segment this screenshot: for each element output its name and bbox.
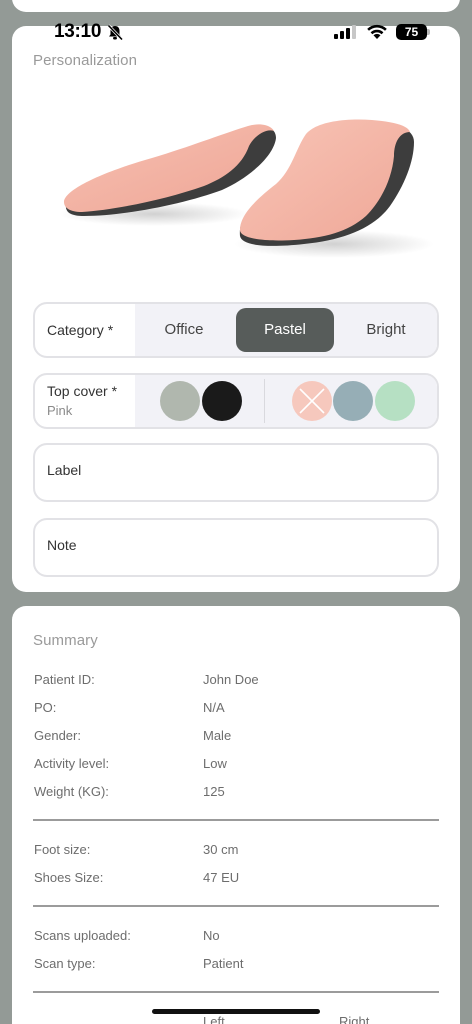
row-value: N/A	[203, 700, 225, 715]
row-value: 47 EU	[203, 870, 240, 885]
row-value: Patient	[203, 956, 244, 971]
row-value: Low	[203, 756, 227, 771]
battery-level: 75	[396, 24, 427, 40]
category-segmented-control: Office Pastel Bright	[135, 304, 437, 356]
row-value: No	[203, 928, 220, 943]
row-key: Scan type:	[34, 956, 96, 971]
label-placeholder: Label	[47, 462, 82, 478]
summary-row: Gender: Male	[34, 722, 438, 750]
summary-group-size: Foot size: 30 cm Shoes Size: 47 EU	[34, 836, 438, 892]
swatch-mint[interactable]	[375, 381, 415, 421]
status-bar: 13:10 75	[0, 18, 472, 46]
row-key: Activity level:	[34, 756, 110, 771]
cellular-signal-icon	[334, 25, 356, 39]
label-input[interactable]: Label	[33, 443, 439, 502]
row-key: Gender:	[34, 728, 81, 743]
summary-row: Scans uploaded: No	[34, 922, 438, 950]
summary-title: Summary	[33, 632, 98, 649]
top-cover-value: Pink	[47, 403, 73, 418]
summary-card: Summary Patient ID: John Doe PO: N/A Gende…	[12, 606, 460, 1024]
battery-indicator: 75	[396, 24, 430, 40]
swatch-sage[interactable]	[160, 381, 200, 421]
category-label: Category *	[47, 322, 114, 338]
summary-row: Shoes Size: 47 EU	[34, 864, 438, 892]
top-cover-label: Top cover *	[47, 383, 118, 399]
category-option-bright[interactable]: Bright	[337, 308, 435, 352]
summary-row: PO: N/A	[34, 694, 438, 722]
note-placeholder: Note	[47, 537, 77, 553]
swatch-black[interactable]	[202, 381, 242, 421]
row-key: Shoes Size:	[34, 870, 104, 885]
summary-group-scan: Scans uploaded: No Scan type: Patient	[34, 922, 438, 978]
row-key: Foot size:	[34, 842, 91, 857]
swatch-pink-selected[interactable]	[292, 381, 332, 421]
row-value: 125	[203, 784, 225, 799]
row-value: John Doe	[203, 672, 259, 687]
swatch-blue-grey[interactable]	[333, 381, 373, 421]
color-swatch-group	[135, 375, 437, 427]
insole-preview-image	[59, 119, 434, 258]
row-key: PO:	[34, 700, 57, 715]
row-key: Weight (KG):	[34, 784, 109, 799]
status-time: 13:10	[54, 21, 102, 42]
swatch-divider	[264, 379, 265, 423]
partial-header-left: Left	[203, 1014, 225, 1024]
row-key: Patient ID:	[34, 672, 95, 687]
partial-header-right: Right	[339, 1014, 370, 1024]
row-value: Male	[203, 728, 232, 743]
wifi-icon	[367, 24, 387, 39]
category-option-office[interactable]: Office	[135, 308, 233, 352]
top-cover-field: Top cover * Pink	[33, 373, 439, 429]
bell-muted-icon	[107, 24, 124, 41]
summary-row: Scan type: Patient	[34, 950, 438, 978]
row-key: Scans uploaded:	[34, 928, 131, 943]
summary-row: Weight (KG): 125	[34, 778, 438, 806]
summary-divider	[33, 819, 439, 821]
summary-row: Activity level: Low	[34, 750, 438, 778]
battery-tip	[427, 29, 430, 35]
personalization-card: Personalization Category * Office Pastel…	[12, 26, 460, 592]
category-option-pastel[interactable]: Pastel	[236, 308, 334, 352]
row-value: 30 cm	[203, 842, 239, 857]
previous-card	[12, 0, 460, 12]
summary-divider	[33, 905, 439, 907]
category-field: Category * Office Pastel Bright	[33, 302, 439, 358]
selected-cross-icon	[299, 388, 325, 414]
summary-row: Foot size: 30 cm	[34, 836, 438, 864]
summary-row: Patient ID: John Doe	[34, 666, 438, 694]
summary-group-patient: Patient ID: John Doe PO: N/A Gender: Male A…	[34, 666, 438, 806]
summary-divider	[33, 991, 439, 993]
note-input[interactable]: Note	[33, 518, 439, 577]
home-indicator[interactable]	[152, 1009, 320, 1014]
personalization-title: Personalization	[33, 52, 138, 69]
